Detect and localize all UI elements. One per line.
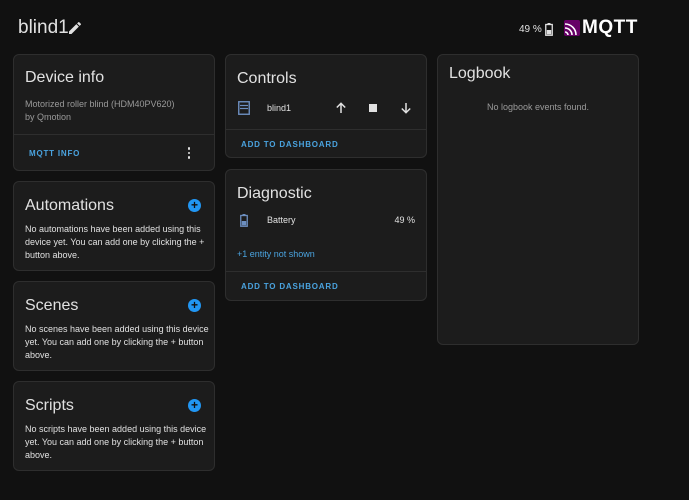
add-automation-button[interactable]: + — [188, 197, 201, 212]
hidden-entities-link[interactable]: +1 entity not shown — [237, 249, 315, 259]
arrow-down-icon — [401, 103, 411, 114]
page-title: blind1 — [18, 17, 69, 38]
scenes-empty-line-2: yet. You can add one by clicking the + b… — [25, 337, 204, 347]
entity-name-blind1: blind1 — [267, 103, 292, 113]
plus-icon: + — [190, 197, 198, 212]
stop-icon — [369, 104, 377, 112]
scenes-title: Scenes — [25, 297, 79, 314]
arrow-up-icon — [336, 102, 346, 113]
controls-add-to-dashboard-button[interactable]: ADD TO DASHBOARD — [241, 140, 339, 149]
automations-card: Automations + No automations have been a… — [13, 181, 215, 271]
controls-card: Controls blind1 ADD TO DASHBOARD — [225, 54, 427, 158]
add-scene-button[interactable]: + — [188, 297, 201, 312]
automations-empty-line-1: No automations have been added using thi… — [25, 224, 201, 234]
automations-empty-line-2: device yet. You can add one by clicking … — [25, 237, 205, 247]
mqtt-wordmark: MQTT — [582, 17, 638, 38]
mqtt-info-button[interactable]: MQTT INFO — [29, 149, 80, 158]
battery-status: 49 % — [519, 23, 553, 36]
scripts-empty-line-2: yet. You can add one by clicking the + b… — [25, 437, 204, 447]
mqtt-logo: MQTT — [564, 17, 638, 39]
add-script-button[interactable]: + — [188, 397, 201, 412]
stop-cover-button[interactable] — [366, 101, 380, 115]
pencil-icon[interactable] — [67, 20, 83, 36]
diagnostic-add-to-dashboard-button[interactable]: ADD TO DASHBOARD — [241, 282, 339, 291]
scenes-card: Scenes + No scenes have been added using… — [13, 281, 215, 371]
battery-icon — [240, 213, 248, 227]
automations-empty-line-3: button above. — [25, 250, 80, 260]
battery-percent: 49 % — [519, 24, 542, 35]
logbook-empty-message: No logbook events found. — [486, 102, 590, 112]
scripts-empty-line-1: No scripts have been added using this de… — [25, 424, 207, 434]
device-model: Motorized roller blind (HDM40PV620) — [25, 99, 175, 109]
mqtt-brand-icon — [564, 20, 580, 36]
scripts-empty-line-3: above. — [25, 450, 53, 460]
window-shutter-icon — [238, 101, 250, 115]
divider — [226, 271, 426, 272]
scenes-empty-line-1: No scenes have been added using this dev… — [25, 324, 209, 334]
logbook-card: Logbook No logbook events found. — [437, 54, 639, 345]
diagnostic-title: Diagnostic — [237, 185, 312, 202]
top-bar: blind1 49 % MQTT — [0, 0, 689, 56]
controls-title: Controls — [237, 70, 297, 87]
diagnostic-card: Diagnostic Battery 49 % +1 entity not sh… — [225, 169, 427, 301]
divider — [226, 129, 426, 130]
plus-icon: + — [190, 297, 198, 312]
scripts-card: Scripts + No scripts have been added usi… — [13, 381, 215, 471]
entity-row-blind1[interactable]: blind1 — [226, 96, 426, 120]
divider — [14, 134, 214, 135]
device-manufacturer: by Qmotion — [25, 112, 72, 122]
scripts-title: Scripts — [25, 397, 74, 414]
plus-icon: + — [190, 397, 198, 412]
scenes-empty-line-3: above. — [25, 350, 53, 360]
logbook-title: Logbook — [449, 65, 511, 82]
close-cover-button[interactable] — [399, 101, 413, 115]
open-cover-button[interactable] — [334, 101, 348, 115]
battery-value: 49 % — [394, 215, 415, 225]
more-options-icon[interactable] — [184, 146, 194, 160]
automations-title: Automations — [25, 197, 114, 214]
entity-row-battery[interactable]: Battery 49 % — [226, 208, 426, 232]
device-info-card: Device info Motorized roller blind (HDM4… — [13, 54, 215, 171]
device-info-title: Device info — [25, 69, 105, 86]
battery-icon — [544, 23, 553, 36]
entity-name-battery: Battery — [267, 215, 296, 225]
